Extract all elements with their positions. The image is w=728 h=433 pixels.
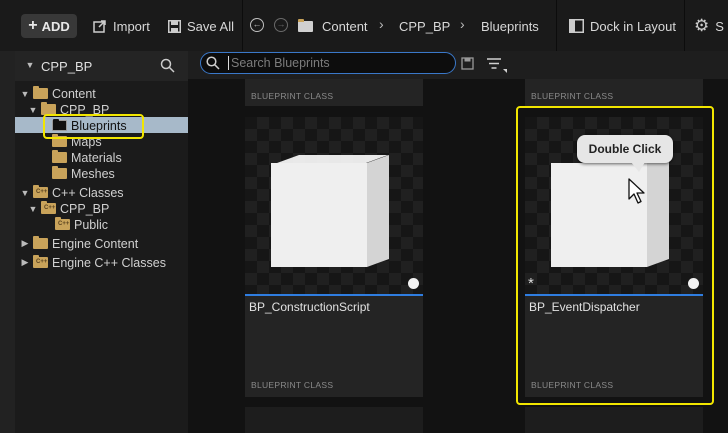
- folder-icon: [52, 166, 67, 179]
- search-field[interactable]: Search Blueprints: [200, 52, 456, 74]
- breadcrumb-label: CPP_BP: [399, 18, 451, 34]
- plus-icon: +: [28, 17, 38, 34]
- import-label: Import: [113, 18, 150, 34]
- tree-label: Engine Content: [52, 236, 139, 251]
- filter-icon[interactable]: [486, 56, 508, 74]
- tree-label: Public: [74, 217, 109, 232]
- breadcrumb-root-folder[interactable]: [298, 17, 313, 35]
- breadcrumb-content[interactable]: Content: [322, 17, 368, 35]
- tree-label: Content: [52, 86, 96, 101]
- tree-item-cpp-classes[interactable]: ▼ C++ C++ Classes: [20, 184, 124, 201]
- save-all-button[interactable]: Save All: [168, 17, 234, 35]
- mouse-cursor-icon: [628, 178, 645, 204]
- tree-item-engine-cpp-classes[interactable]: ▶ C++ Engine C++ Classes: [20, 254, 166, 271]
- text-cursor: [228, 56, 229, 70]
- toolbar: + ADD Import Save All ← → Content › CPP_…: [0, 0, 728, 51]
- breadcrumb-label: Content: [322, 18, 368, 34]
- chevron-down-icon: ▼: [28, 104, 38, 115]
- asset-class-label: BLUEPRINT CLASS: [531, 91, 614, 101]
- folder-icon: [33, 236, 48, 249]
- folder-icon: [52, 150, 67, 163]
- callout-text: Double Click: [588, 142, 662, 156]
- chevron-down-icon: ▼: [20, 187, 30, 198]
- tree-item-materials[interactable]: Materials: [52, 149, 122, 166]
- chevron-right-icon: ›: [379, 16, 384, 32]
- tree-label: Meshes: [71, 166, 115, 181]
- add-button[interactable]: + ADD: [21, 14, 77, 38]
- highlight-box: [43, 114, 144, 139]
- asset-name: BP_ConstructionScript: [249, 300, 370, 314]
- chevron-down-icon: ▼: [20, 88, 30, 99]
- gear-icon: ⚙: [694, 16, 710, 35]
- save-icon: [168, 19, 181, 33]
- cube-thumbnail-icon: [271, 155, 389, 267]
- chevron-right-icon: ›: [460, 16, 465, 32]
- save-search-icon[interactable]: [461, 57, 474, 70]
- folder-open-icon: [33, 86, 48, 99]
- cpp-folder-icon: C++: [41, 201, 56, 214]
- tree-item-engine-content[interactable]: ▶ Engine Content: [20, 235, 138, 252]
- tree-item-content[interactable]: ▼ Content: [20, 85, 96, 102]
- tree-label: Engine C++ Classes: [52, 255, 166, 270]
- chevron-down-icon[interactable]: ▼: [25, 60, 35, 70]
- asset-type-color-bar: [245, 294, 423, 296]
- back-icon[interactable]: ←: [250, 18, 264, 32]
- panel-title: CPP_BP: [41, 59, 93, 74]
- cpp-folder-icon: C++: [33, 255, 48, 268]
- forward-icon[interactable]: →: [274, 18, 288, 32]
- folder-icon: [298, 18, 313, 32]
- dock-in-layout-button[interactable]: Dock in Layout: [569, 17, 676, 35]
- tree-label: CPP_BP: [60, 201, 110, 216]
- search-placeholder: Search Blueprints: [231, 56, 330, 70]
- import-icon: [93, 20, 106, 33]
- tree-item-meshes[interactable]: Meshes: [52, 165, 115, 182]
- tree-item-cpp-classes-cpp-bp[interactable]: ▼ C++ CPP_BP: [28, 200, 109, 217]
- tree-item-public[interactable]: C++ Public: [55, 216, 108, 233]
- cpp-folder-icon: C++: [33, 185, 48, 198]
- cpp-folder-icon: C++: [55, 217, 70, 230]
- settings-label-truncated: S: [715, 18, 724, 34]
- settings-button[interactable]: ⚙ S: [694, 16, 724, 35]
- asset-card-partial[interactable]: BLUEPRINT CLASS: [525, 79, 703, 106]
- asset-class-label: BLUEPRINT CLASS: [251, 91, 334, 101]
- asset-card-partial[interactable]: BLUEPRINT CLASS: [245, 79, 423, 106]
- add-label: ADD: [41, 18, 70, 34]
- panel-header: ▼ CPP_BP: [15, 51, 188, 81]
- asset-card-partial[interactable]: [245, 407, 423, 433]
- breadcrumb-blueprints[interactable]: Blueprints: [481, 17, 539, 35]
- tree-label: Materials: [71, 150, 122, 165]
- status-dot-icon: [408, 278, 419, 289]
- chevron-right-icon: ▶: [21, 257, 29, 267]
- dock-label: Dock in Layout: [590, 18, 676, 34]
- asset-class-label: BLUEPRINT CLASS: [251, 380, 334, 390]
- window-edge: [0, 0, 15, 433]
- tree-label: C++ Classes: [52, 185, 124, 200]
- chevron-down-icon: ▼: [28, 203, 38, 214]
- chevron-right-icon: ▶: [21, 238, 29, 248]
- dock-icon: [569, 19, 584, 33]
- asset-card-partial[interactable]: [525, 407, 703, 433]
- double-click-callout: Double Click: [577, 135, 673, 172]
- breadcrumb-label: Blueprints: [481, 18, 539, 34]
- search-icon[interactable]: [160, 58, 175, 73]
- import-button[interactable]: Import: [93, 17, 150, 35]
- save-all-label: Save All: [187, 18, 234, 34]
- breadcrumb-cpp-bp[interactable]: CPP_BP: [399, 17, 450, 35]
- search-icon: [206, 56, 220, 70]
- asset-card-bp-constructionscript[interactable]: BP_ConstructionScript BLUEPRINT CLASS: [245, 117, 423, 397]
